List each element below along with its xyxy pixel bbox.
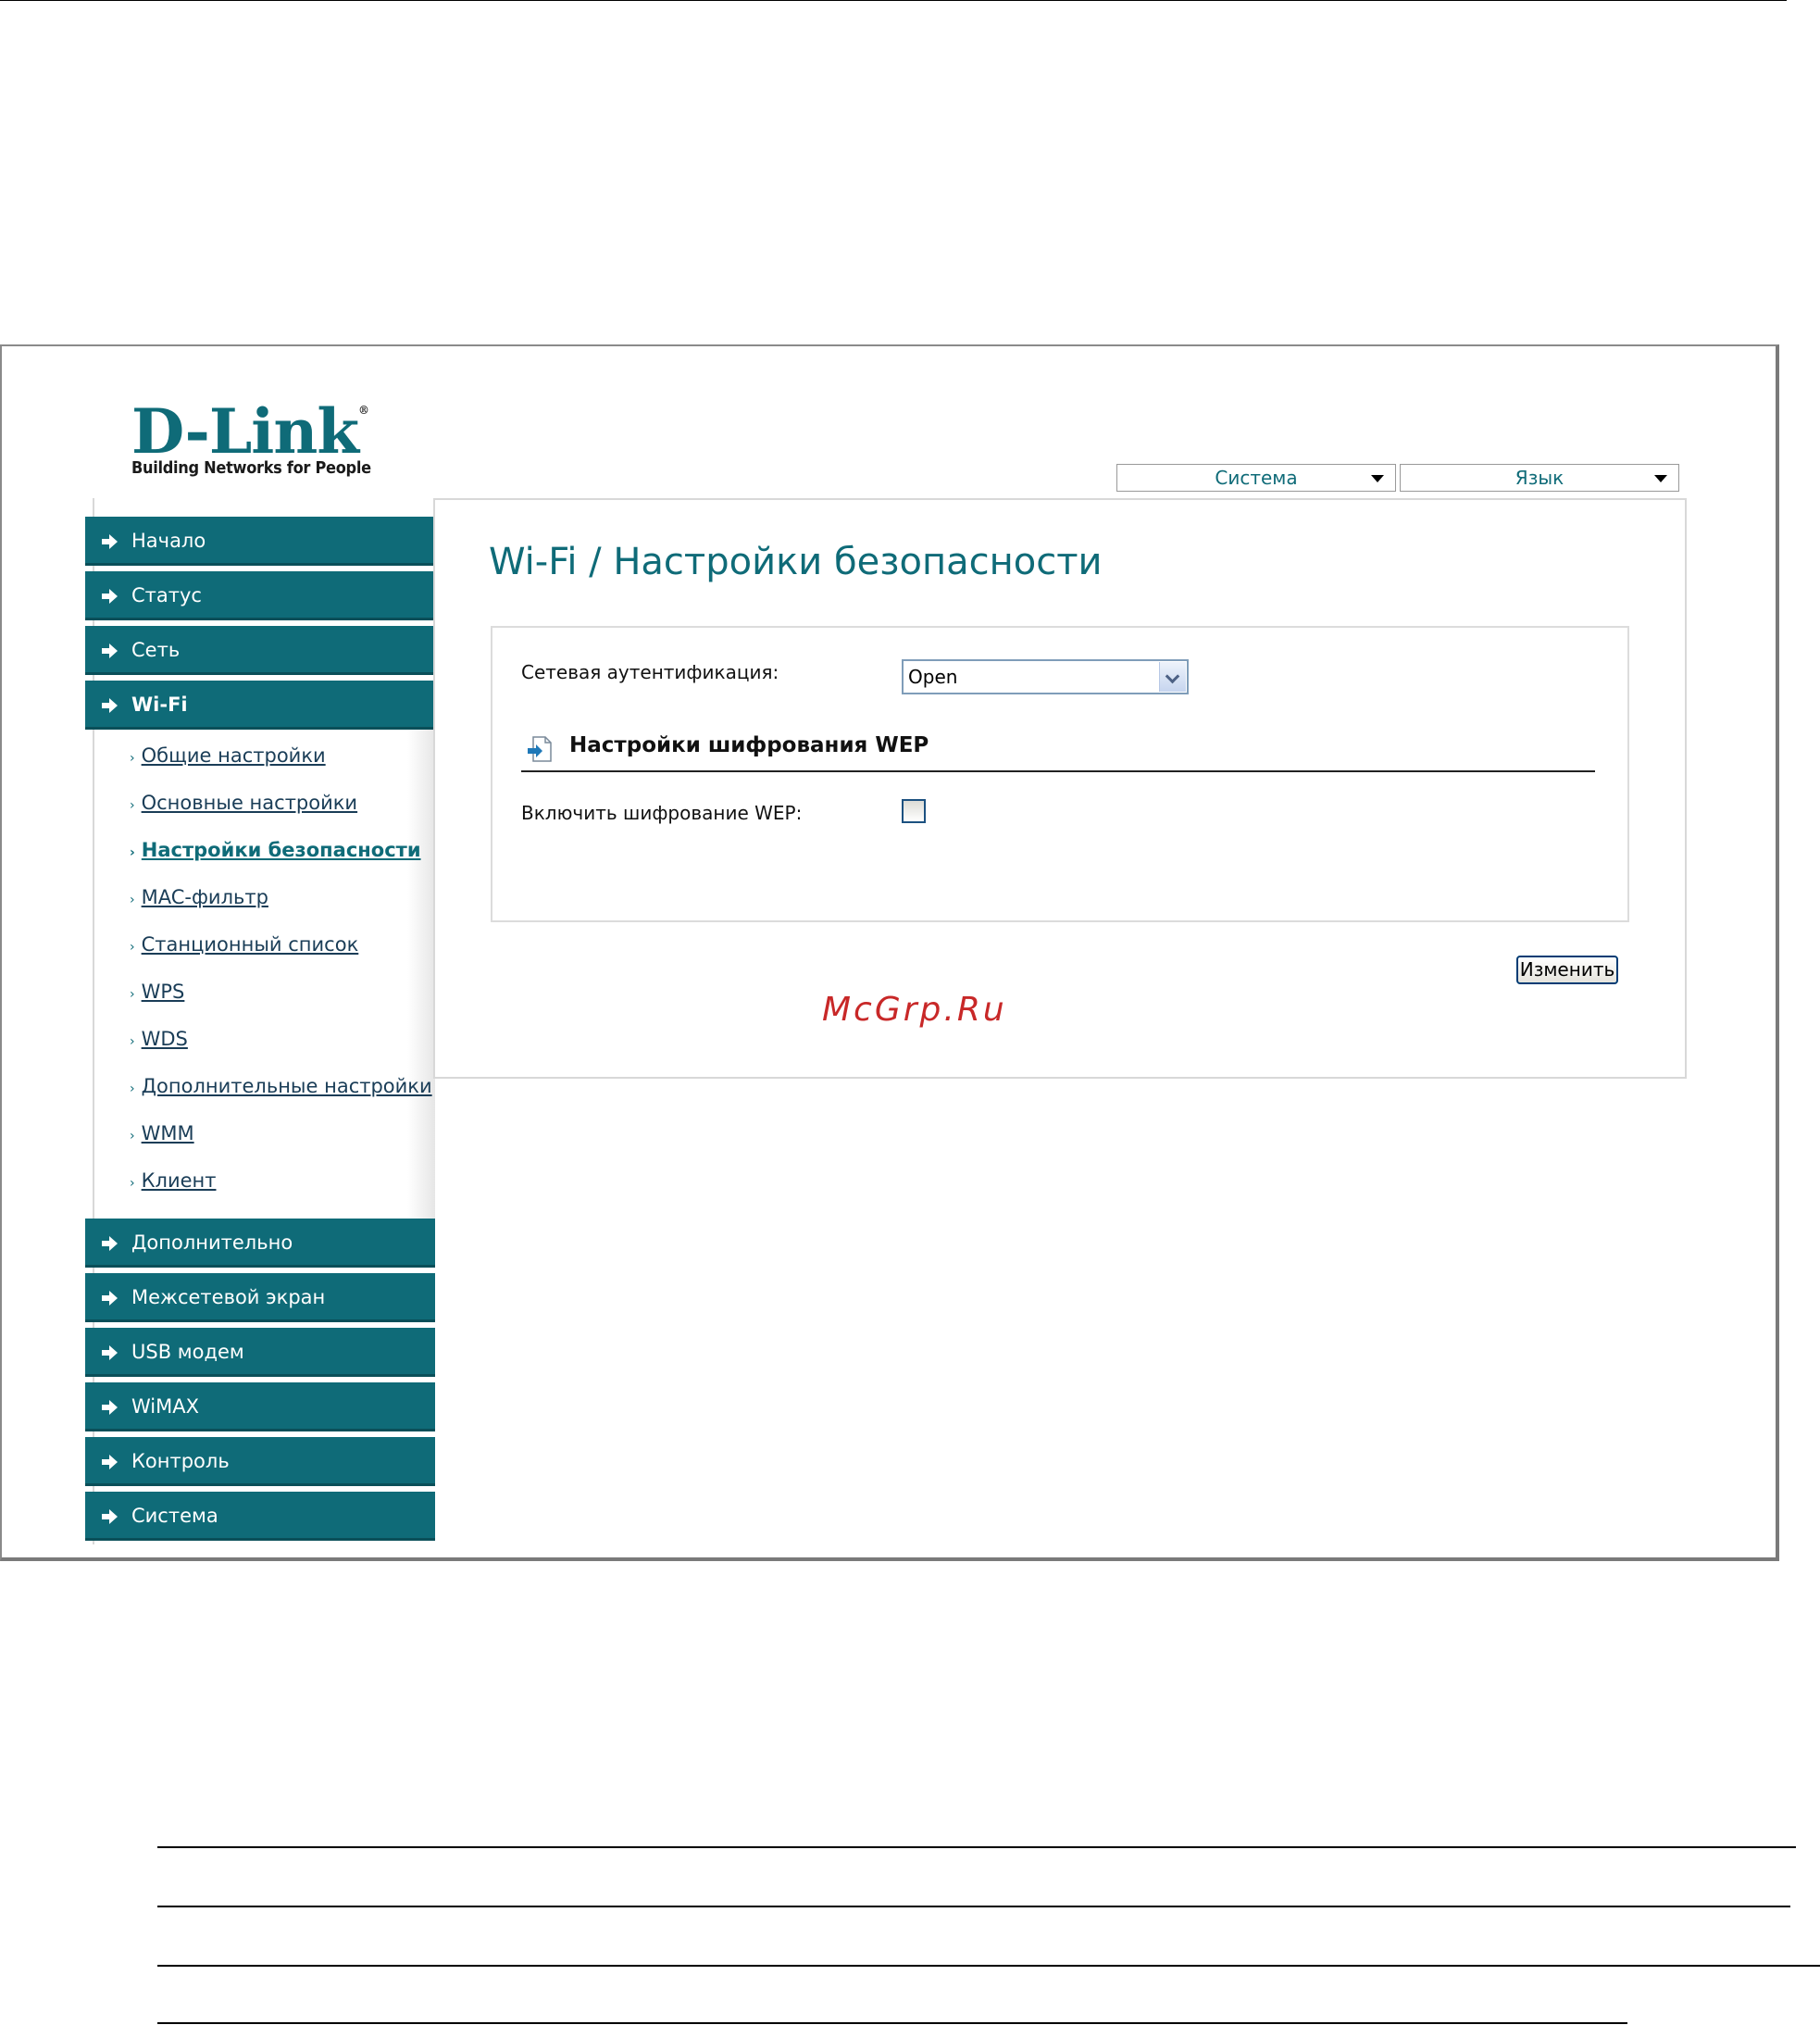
sidebar-subitem-wps[interactable]: › WPS: [130, 981, 184, 1003]
sidebar-item-start[interactable]: Начало: [85, 517, 435, 566]
chevron-down-icon: [1159, 662, 1186, 692]
sidebar-item-system[interactable]: Система: [85, 1492, 435, 1541]
arrow-right-icon: [102, 1509, 118, 1524]
sidebar-subitem-mac-filter[interactable]: › MAC-фильтр: [130, 886, 268, 908]
sidebar-item-label: USB модем: [131, 1341, 244, 1363]
sidebar-item-usb-modem[interactable]: USB модем: [85, 1328, 435, 1377]
sidebar-item-control[interactable]: Контроль: [85, 1437, 435, 1486]
top-rule: [0, 0, 1787, 1]
sidebar: Начало Статус Сеть Wi-Fi › Общие настройк…: [85, 498, 435, 1544]
arrow-right-icon: [102, 534, 118, 549]
language-menu[interactable]: Язык: [1400, 464, 1679, 492]
sidebar-item-label: Статус: [131, 584, 202, 606]
bottom-rule-4: [157, 2022, 1627, 2024]
page-title: Wi-Fi / Настройки безопасности: [489, 541, 1103, 583]
sidebar-subitem-security[interactable]: › Настройки безопасности: [130, 839, 421, 861]
arrow-right-icon: [102, 1236, 118, 1251]
language-menu-label: Язык: [1515, 467, 1564, 489]
sidebar-item-label: Начало: [131, 530, 206, 552]
sidebar-subitem-client[interactable]: › Клиент: [130, 1169, 216, 1192]
bottom-rule-3: [157, 1965, 1820, 1967]
logo-slogan: Building Networks for People: [131, 458, 371, 478]
dropdown-arrow-icon: [1654, 475, 1667, 482]
dropdown-arrow-icon: [1371, 475, 1384, 482]
system-menu-label: Система: [1215, 467, 1298, 489]
watermark: McGrp.Ru: [822, 991, 1007, 1029]
bullet-icon: ›: [130, 1081, 135, 1096]
bottom-rule-2: [157, 1906, 1790, 1907]
bullet-icon: ›: [130, 940, 135, 955]
arrow-right-icon: [102, 1291, 118, 1306]
sidebar-subitem-wds[interactable]: › WDS: [130, 1028, 188, 1050]
bullet-icon: ›: [130, 1176, 135, 1191]
sidebar-subitem-label: WDS: [141, 1028, 188, 1050]
bullet-icon: ›: [130, 845, 135, 860]
sidebar-item-label: WiMAX: [131, 1395, 200, 1418]
sidebar-subitem-general[interactable]: › Общие настройки: [130, 744, 326, 767]
sidebar-item-network[interactable]: Сеть: [85, 626, 435, 675]
bullet-icon: ›: [130, 1129, 135, 1144]
sidebar-subitem-label: Станционный список: [141, 933, 359, 956]
sidebar-subitem-label: WMM: [141, 1122, 194, 1144]
arrow-right-icon: [102, 589, 118, 604]
sidebar-subitem-label: Общие настройки: [141, 744, 326, 767]
sidebar-item-label: Система: [131, 1505, 218, 1527]
arrow-right-icon: [102, 1455, 118, 1469]
sidebar-item-label: Wi-Fi: [131, 694, 188, 716]
auth-select-value: Open: [908, 666, 958, 688]
auth-select[interactable]: Open: [902, 659, 1189, 694]
wep-section-title: Настройки шифрования WEP: [569, 733, 929, 757]
arrow-right-icon: [102, 1345, 118, 1360]
sidebar-subitem-station-list[interactable]: › Станционный список: [130, 933, 358, 956]
sidebar-subitem-basic[interactable]: › Основные настройки: [130, 792, 357, 814]
bottom-rule-1: [157, 1846, 1796, 1848]
wep-section-header: Настройки шифрования WEP: [521, 733, 1595, 772]
sidebar-item-label: Дополнительно: [131, 1231, 293, 1254]
sidebar-item-label: Сеть: [131, 639, 181, 661]
sidebar-subitem-label: Дополнительные настройки: [141, 1075, 432, 1097]
bullet-icon: ›: [130, 893, 135, 907]
bullet-icon: ›: [130, 987, 135, 1002]
document-arrow-icon: [528, 736, 552, 762]
bullet-icon: ›: [130, 1034, 135, 1049]
apply-button[interactable]: Изменить: [1516, 956, 1618, 984]
wep-enable-label: Включить шифрование WEP:: [521, 802, 803, 824]
sidebar-subitem-label: WPS: [141, 981, 185, 1003]
sidebar-subitem-label: MAC-фильтр: [141, 886, 268, 908]
logo-brand: D-Link: [131, 395, 359, 468]
arrow-right-icon: [102, 698, 118, 713]
auth-label: Сетевая аутентификация:: [521, 661, 779, 683]
sidebar-subitem-label: Настройки безопасности: [141, 839, 421, 861]
sidebar-item-status[interactable]: Статус: [85, 571, 435, 620]
sidebar-item-wimax[interactable]: WiMAX: [85, 1382, 435, 1431]
bullet-icon: ›: [130, 751, 135, 766]
sidebar-item-advanced[interactable]: Дополнительно: [85, 1219, 435, 1268]
sidebar-item-label: Межсетевой экран: [131, 1286, 326, 1308]
wep-enable-checkbox[interactable]: [902, 799, 926, 823]
sidebar-subitem-advanced[interactable]: › Дополнительные настройки: [130, 1075, 432, 1097]
sidebar-item-firewall[interactable]: Межсетевой экран: [85, 1273, 435, 1322]
sidebar-subitem-wmm[interactable]: › WMM: [130, 1122, 194, 1144]
arrow-right-icon: [102, 644, 118, 658]
sidebar-subitem-label: Клиент: [141, 1169, 217, 1192]
sidebar-subitem-label: Основные настройки: [141, 792, 358, 814]
arrow-right-icon: [102, 1400, 118, 1415]
logo-trademark: ®: [358, 404, 369, 417]
bullet-icon: ›: [130, 798, 135, 813]
sidebar-item-label: Контроль: [131, 1450, 230, 1472]
dlink-logo: D-Link® Building Networks for People: [131, 401, 371, 478]
sidebar-item-wifi[interactable]: Wi-Fi: [85, 681, 435, 730]
system-menu[interactable]: Система: [1116, 464, 1396, 492]
